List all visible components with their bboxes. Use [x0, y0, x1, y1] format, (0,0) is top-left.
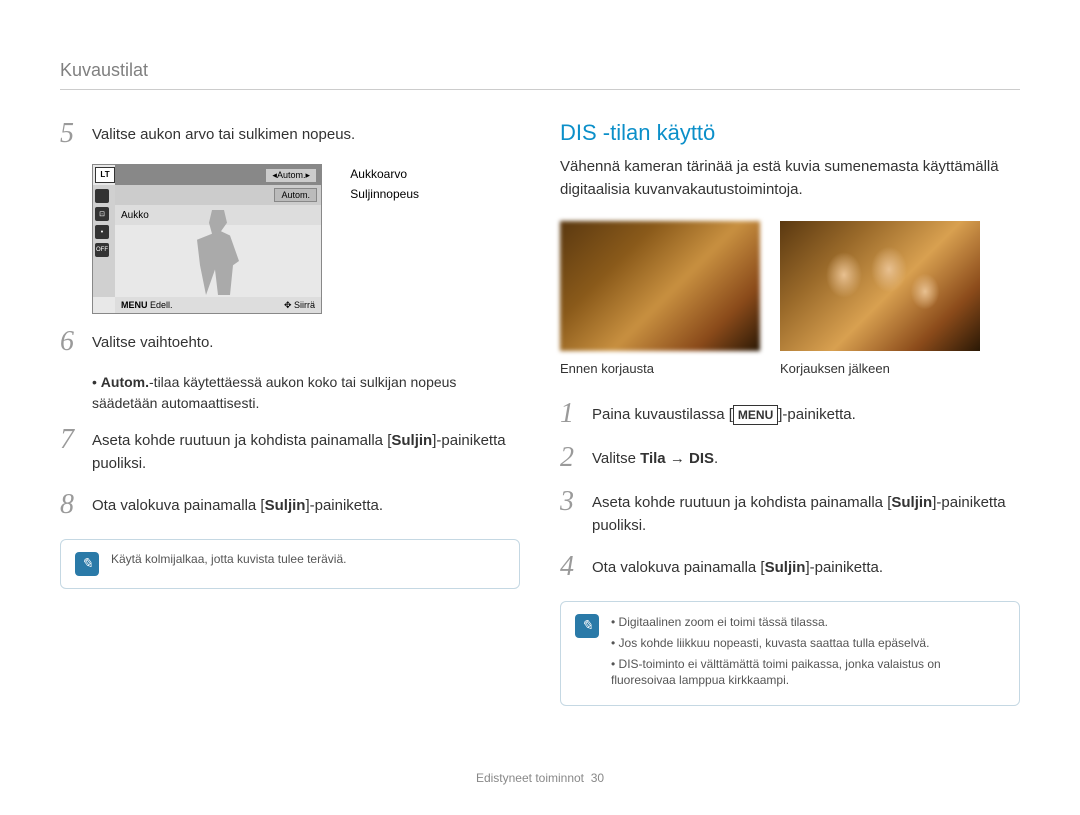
step-text: Aseta kohde ruutuun ja kohdista painamal…	[92, 426, 520, 475]
menu-back: MENU Edell.	[121, 300, 173, 310]
step-8: 8 Ota valokuva painamalla [Suljin]-paini…	[60, 491, 520, 519]
note-item: Jos kohde liikkuu nopeasti, kuvasta saat…	[611, 635, 1005, 652]
lcd-main: ◂ Autom. ▸ Autom. Aukko MENU Edell. ✥ Si…	[115, 165, 321, 313]
note-content: Käytä kolmijalkaa, jotta kuvista tulee t…	[111, 552, 346, 576]
menu-button-icon: MENU	[733, 405, 778, 425]
step-text: Paina kuvaustilassa [MENU]-painiketta.	[592, 400, 856, 428]
section-intro: Vähennä kameran tärinää ja estä kuvia su…	[560, 156, 1020, 201]
t: Valitse	[592, 450, 640, 467]
camera-lcd-illustration: LT ⊡ • OFF ◂ Autom. ▸ Autom. Aukko	[92, 164, 322, 314]
step-number: 1	[560, 400, 580, 428]
lcd-row-2: Autom.	[115, 185, 321, 205]
move-label: ✥ Siirrä	[284, 300, 315, 311]
step-text: Ota valokuva painamalla [Suljin]-painike…	[592, 553, 883, 581]
autom-2: Autom.	[274, 188, 317, 202]
callout-suljinnopeus: Suljinnopeus	[350, 187, 419, 201]
t: ]-painiketta.	[805, 559, 883, 576]
two-column-layout: 5 Valitse aukon arvo tai sulkimen nopeus…	[60, 120, 1020, 706]
footer-label: Edistyneet toiminnot	[476, 771, 584, 785]
note-box: ✎ Käytä kolmijalkaa, jotta kuvista tulee…	[60, 539, 520, 589]
caption-before: Ennen korjausta	[560, 361, 760, 376]
lcd-top-row: ◂ Autom. ▸	[115, 165, 321, 185]
t: Ota valokuva painamalla [	[592, 559, 765, 576]
step-number: 3	[560, 488, 580, 537]
tila-dis-bold: Tila → DIS	[640, 450, 714, 467]
note-icon: ✎	[575, 614, 599, 638]
photo-after	[780, 221, 980, 351]
lcd-icon	[95, 189, 109, 203]
note-text: Käytä kolmijalkaa, jotta kuvista tulee t…	[111, 552, 346, 566]
autom-bold: Autom.	[101, 374, 149, 390]
step-text: Aseta kohde ruutuun ja kohdista painamal…	[592, 488, 1020, 537]
lcd-sidebar: ⊡ • OFF	[93, 185, 115, 297]
right-column: DIS -tilan käyttö Vähennä kameran tärinä…	[560, 120, 1020, 706]
note-item: DIS-toiminto ei välttämättä toimi paikas…	[611, 656, 1005, 690]
note-box-right: ✎ Digitaalinen zoom ei toimi tässä tilas…	[560, 601, 1020, 706]
note-content: Digitaalinen zoom ei toimi tässä tilassa…	[611, 614, 1005, 693]
step-number: 7	[60, 426, 80, 475]
step-6-sub: Autom.-tilaa käytettäessä aukon koko tai…	[92, 372, 520, 414]
suljin-bold: Suljin	[765, 559, 806, 576]
page-number: 30	[591, 771, 604, 785]
lcd-icon: ⊡	[95, 207, 109, 221]
step-number: 4	[560, 553, 580, 581]
step-text: Valitse Tila → DIS.	[592, 444, 718, 472]
lt-box: LT	[95, 167, 115, 183]
photo-comparison	[560, 221, 1020, 351]
photo-before	[560, 221, 760, 351]
suljin-bold: Suljin	[891, 494, 932, 511]
step-text: Valitse vaihtoehto.	[92, 328, 213, 356]
t: Aseta kohde ruutuun ja kohdista painamal…	[592, 494, 891, 511]
step-number: 8	[60, 491, 80, 519]
t: Paina kuvaustilassa [	[592, 406, 733, 423]
aukko-label: Aukko	[121, 210, 149, 221]
caption-after: Korjauksen jälkeen	[780, 361, 980, 376]
autom-label: Autom.	[277, 170, 306, 180]
t: .	[714, 450, 718, 467]
autom-selector: ◂ Autom. ▸	[265, 168, 317, 183]
t: ]-painiketta.	[305, 497, 383, 514]
step-text: Valitse aukon arvo tai sulkimen nopeus.	[92, 120, 355, 148]
step-text: Ota valokuva painamalla [Suljin]-painike…	[92, 491, 383, 519]
note-icon: ✎	[75, 552, 99, 576]
step-3: 3 Aseta kohde ruutuun ja kohdista painam…	[560, 488, 1020, 537]
suljin-bold: Suljin	[391, 432, 432, 449]
t: ]-painiketta.	[778, 406, 856, 423]
step-number: 6	[60, 328, 80, 356]
suljin-bold: Suljin	[265, 497, 306, 514]
step-6: 6 Valitse vaihtoehto.	[60, 328, 520, 356]
callout-aukkoarvo: Aukkoarvo	[350, 167, 407, 181]
t: Ota valokuva painamalla [	[92, 497, 265, 514]
step-7: 7 Aseta kohde ruutuun ja kohdista painam…	[60, 426, 520, 475]
page-footer: Edistyneet toiminnot 30	[0, 771, 1080, 785]
step-1: 1 Paina kuvaustilassa [MENU]-painiketta.	[560, 400, 1020, 428]
step-number: 5	[60, 120, 80, 148]
t: Aseta kohde ruutuun ja kohdista painamal…	[92, 432, 391, 449]
section-title: DIS -tilan käyttö	[560, 120, 1020, 146]
step-number: 2	[560, 444, 580, 472]
step-2: 2 Valitse Tila → DIS.	[560, 444, 1020, 472]
section-header: Kuvaustilat	[60, 60, 1020, 90]
lcd-icon: OFF	[95, 243, 109, 257]
caption-row: Ennen korjausta Korjauksen jälkeen	[560, 361, 1020, 376]
lcd-icon: •	[95, 225, 109, 239]
lcd-bottom-bar: MENU Edell. ✥ Siirrä	[115, 297, 321, 313]
left-column: 5 Valitse aukon arvo tai sulkimen nopeus…	[60, 120, 520, 706]
step-5: 5 Valitse aukon arvo tai sulkimen nopeus…	[60, 120, 520, 148]
note-item: Digitaalinen zoom ei toimi tässä tilassa…	[611, 614, 1005, 631]
step-4: 4 Ota valokuva painamalla [Suljin]-paini…	[560, 553, 1020, 581]
